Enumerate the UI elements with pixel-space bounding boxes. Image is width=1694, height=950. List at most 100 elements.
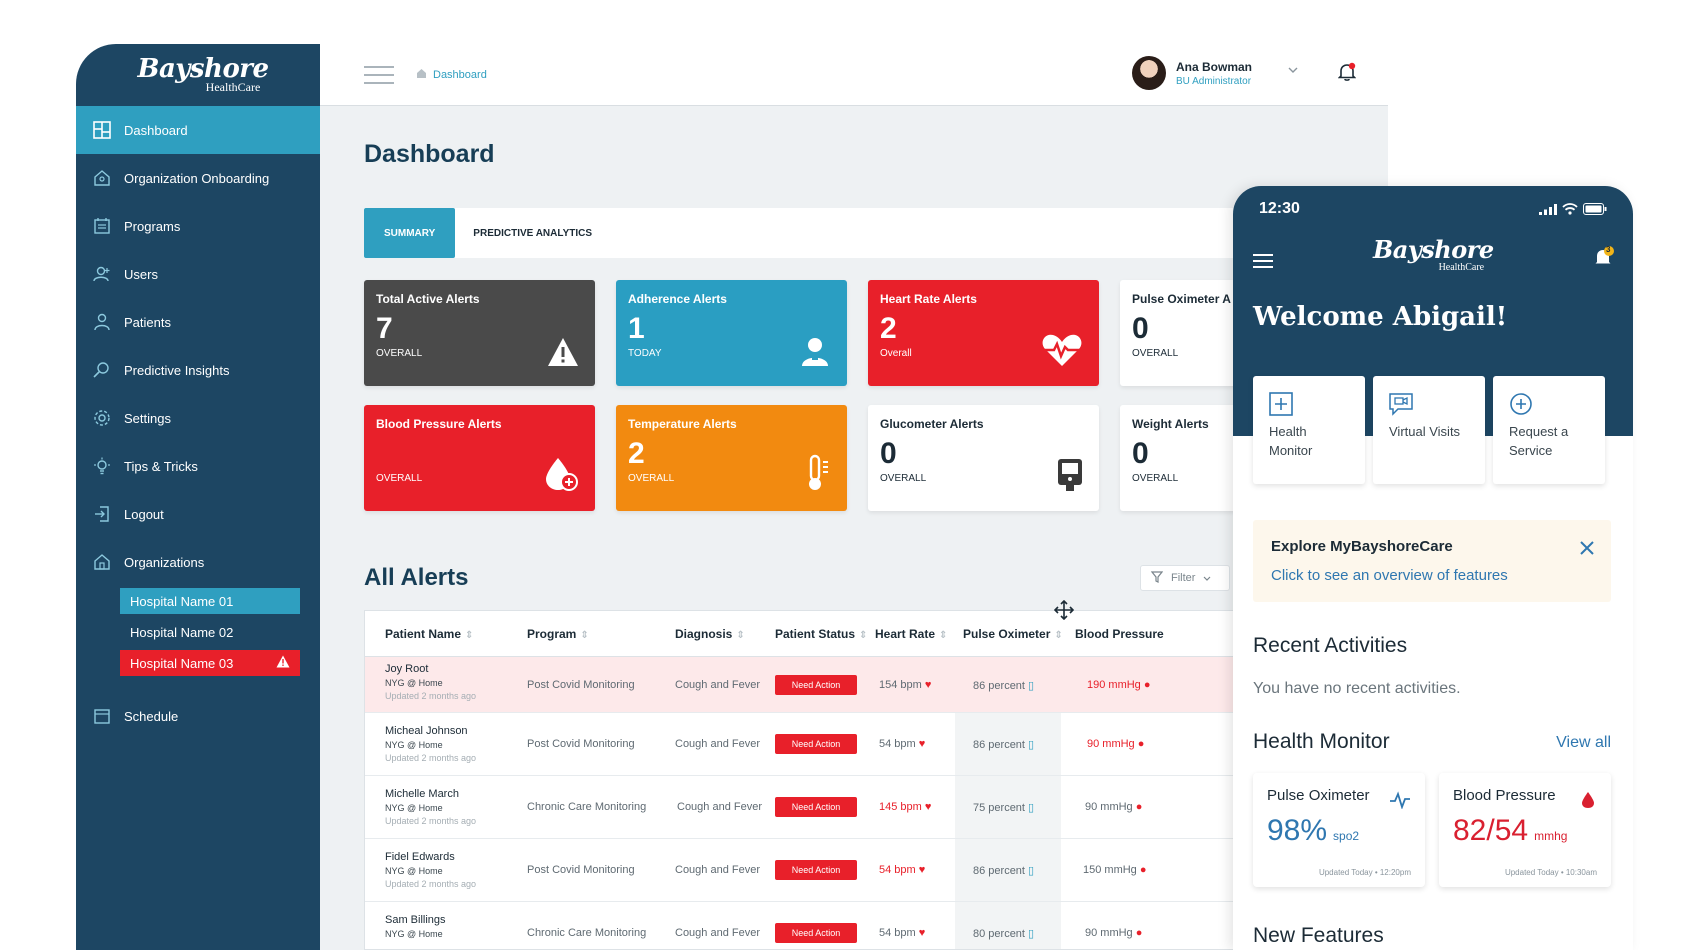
card-sub: OVERALL — [628, 473, 675, 484]
oximeter-value: 86 percent — [973, 739, 1025, 751]
heart-icon: ♥ — [924, 679, 932, 691]
heart-pulse-icon — [1041, 333, 1083, 372]
menu-toggle-icon[interactable] — [364, 66, 394, 84]
explore-link[interactable]: Click to see an overview of features — [1271, 567, 1593, 584]
col-patient-name[interactable]: Patient Name ⇕ — [385, 627, 473, 641]
status-badge[interactable]: Need Action — [775, 860, 857, 880]
monitor-card-blood-pressure[interactable]: Blood Pressure 82/54 mmhg Updated Today •… — [1439, 773, 1611, 887]
sidebar-item-dashboard[interactable]: Dashboard — [76, 106, 320, 154]
filter-button[interactable]: Filter — [1140, 565, 1230, 591]
all-alerts-title: All Alerts — [364, 564, 469, 591]
bell-icon[interactable] — [1337, 62, 1357, 87]
bulb-icon — [92, 456, 112, 476]
oximeter-value: 80 percent — [973, 928, 1025, 940]
status-badge[interactable]: Need Action — [775, 734, 857, 754]
monitor-card-pulse-oximeter[interactable]: Pulse Oximeter 98% spo2 Updated Today • 1… — [1253, 773, 1425, 887]
card-blood-pressure-alerts[interactable]: Blood Pressure Alerts OVERALL — [364, 405, 595, 511]
sidebar-item-predictive-insights[interactable]: Predictive Insights — [76, 346, 320, 394]
col-label: Patient Status — [775, 627, 856, 641]
oximeter-icon: ▯ — [1028, 680, 1035, 692]
sidebar-item-label: Predictive Insights — [124, 362, 230, 378]
col-label: Patient Name — [385, 627, 462, 641]
blood-drop-icon: ● — [1143, 679, 1151, 691]
new-features-title: New Features — [1253, 924, 1384, 947]
battery-icon — [1583, 202, 1607, 220]
col-pulse-oximeter[interactable]: Pulse Oximeter ⇕ — [963, 627, 1063, 641]
patient-cell: Fidel Edwards NYG @ Home Updated 2 month… — [385, 851, 476, 889]
service-health-monitor[interactable]: Health Monitor — [1253, 376, 1365, 484]
patient-name[interactable]: Joy Root — [385, 663, 476, 675]
view-all-link[interactable]: View all — [1556, 734, 1611, 752]
close-icon[interactable] — [1579, 540, 1595, 561]
sidebar-item-users[interactable]: Users — [76, 250, 320, 298]
status-badge[interactable]: Need Action — [775, 923, 857, 943]
tab-summary[interactable]: SUMMARY — [364, 208, 456, 258]
building-icon — [92, 552, 112, 572]
oximeter-cell: 86 percent ▯ — [973, 738, 1034, 751]
top-bar: Dashboard Ana Bowman BU Administrator — [320, 44, 1388, 106]
service-virtual-visits[interactable]: Virtual Visits — [1373, 376, 1485, 484]
patient-name[interactable]: Fidel Edwards — [385, 851, 476, 863]
col-heart-rate[interactable]: Heart Rate ⇕ — [875, 627, 947, 641]
sidebar-item-logout[interactable]: Logout — [76, 490, 320, 538]
service-request-a-service[interactable]: Request a Service — [1493, 376, 1605, 484]
phone-menu-icon[interactable] — [1253, 254, 1273, 268]
org-item-hospital-01[interactable]: Hospital Name 01 — [120, 588, 300, 614]
welcome-heading: Welcome Abigail! — [1253, 302, 1508, 332]
patient-cell: Micheal Johnson NYG @ Home Updated 2 mon… — [385, 725, 476, 763]
card-adherence-alerts[interactable]: Adherence Alerts 1 TODAY — [616, 280, 847, 386]
diagnosis-cell: Cough and Fever — [675, 927, 760, 939]
org-item-label: Hospital Name 01 — [130, 593, 234, 609]
sidebar-item-tips-tricks[interactable]: Tips & Tricks — [76, 442, 320, 490]
sidebar-item-label: Users — [124, 266, 158, 282]
sort-icon: ⇕ — [1054, 630, 1063, 641]
patient-updated: Updated 2 months ago — [385, 691, 477, 701]
blood-pressure-value: 90 mmHg — [1087, 738, 1135, 750]
oximeter-icon: ▯ — [1028, 802, 1035, 814]
col-program[interactable]: Program ⇕ — [527, 627, 589, 641]
card-title: Blood Pressure Alerts — [376, 417, 502, 431]
service-label: Request a Service — [1509, 424, 1569, 458]
heart-rate-cell: 54 bpm ♥ — [879, 738, 925, 750]
tab-predictive-analytics[interactable]: PREDICTIVE ANALYTICS — [455, 208, 610, 258]
brand-sub: HealthCare — [205, 80, 261, 94]
col-blood-pressure[interactable]: Blood Pressure — [1075, 627, 1164, 641]
card-total-active-alerts[interactable]: Total Active Alerts 7 OVERALL — [364, 280, 595, 386]
col-diagnosis[interactable]: Diagnosis ⇕ — [675, 627, 745, 641]
sidebar-item-schedule[interactable]: Schedule — [76, 692, 320, 740]
blood-drop-icon: ● — [1137, 738, 1145, 750]
user-menu[interactable]: Ana Bowman BU Administrator — [1132, 56, 1252, 90]
breadcrumb[interactable]: Dashboard — [416, 68, 487, 82]
card-title: Temperature Alerts — [628, 417, 737, 431]
explore-banner: Explore MyBayshoreCare Click to see an o… — [1253, 520, 1611, 602]
status-badge[interactable]: Need Action — [775, 797, 857, 817]
card-title: Total Active Alerts — [376, 292, 480, 306]
org-item-hospital-02[interactable]: Hospital Name 02 — [120, 619, 300, 645]
sidebar-item-organization-onboarding[interactable]: Organization Onboarding — [76, 154, 320, 202]
avatar — [1132, 56, 1166, 90]
sidebar-item-settings[interactable]: Settings — [76, 394, 320, 442]
col-label: Heart Rate — [875, 627, 936, 641]
sidebar-item-patients[interactable]: Patients — [76, 298, 320, 346]
blood-drop-icon: ● — [1135, 927, 1143, 939]
patient-name[interactable]: Sam Billings — [385, 914, 446, 926]
plus-square-icon — [1269, 392, 1293, 416]
phone-bell-icon[interactable]: 3 — [1593, 245, 1615, 273]
card-temperature-alerts[interactable]: Temperature Alerts 2 OVERALL — [616, 405, 847, 511]
sidebar-item-organizations[interactable]: Organizations — [76, 538, 320, 586]
monitor-value: 98% — [1267, 814, 1328, 847]
phone-time: 12:30 — [1259, 200, 1300, 217]
status-badge[interactable]: Need Action — [775, 675, 857, 695]
chevron-down-icon[interactable] — [1288, 64, 1298, 76]
sort-icon: ⇕ — [939, 630, 948, 641]
patient-name[interactable]: Michelle March — [385, 788, 476, 800]
patient-name[interactable]: Micheal Johnson — [385, 725, 476, 737]
phone-brand-logo: Bayshore HealthCare — [1373, 238, 1494, 274]
card-glucometer-alerts[interactable]: Glucometer Alerts 0 OVERALL — [868, 405, 1099, 511]
sidebar-item-label: Logout — [124, 506, 164, 522]
card-heart-rate-alerts[interactable]: Heart Rate Alerts 2 Overall — [868, 280, 1099, 386]
org-item-hospital-03[interactable]: Hospital Name 03 — [120, 650, 300, 676]
col-patient-status[interactable]: Patient Status ⇕ — [775, 627, 867, 641]
sidebar-item-programs[interactable]: Programs — [76, 202, 320, 250]
plus-circle-icon — [1509, 392, 1533, 416]
